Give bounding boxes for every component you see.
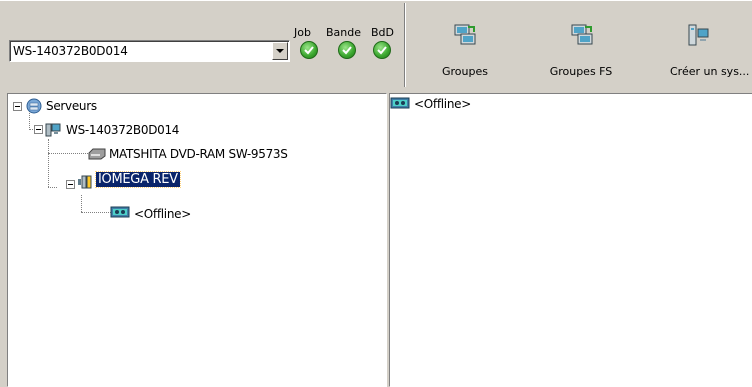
servers-icon <box>26 98 42 114</box>
groups-button-label: Groupes <box>442 65 488 78</box>
fs-groups-button[interactable]: Groupes FS <box>543 8 619 84</box>
collapse-toggle-icon[interactable] <box>13 102 22 111</box>
tree-node-label: IOMEGA REV <box>95 171 181 188</box>
computer-icon <box>45 123 61 137</box>
detail-pane[interactable]: <Offline> <box>389 93 752 387</box>
tape-icon <box>110 206 130 218</box>
fs-groups-button-label: Groupes FS <box>549 65 613 78</box>
status-label-job: Job <box>294 26 311 39</box>
dvd-drive-icon <box>88 148 106 160</box>
tree-node-offline-media[interactable]: <Offline> <box>8 205 386 223</box>
server-select[interactable]: WS-140372B0D014 <box>9 40 290 62</box>
detail-item-label: <Offline> <box>414 97 471 111</box>
tree-pane[interactable]: Serveurs WS-140372B0D014 MATSHITA DVD-RA… <box>7 93 387 387</box>
bdd-status-icon[interactable] <box>373 41 391 59</box>
collapse-toggle-icon[interactable] <box>34 125 43 134</box>
detail-item-offline[interactable]: <Offline> <box>390 95 590 113</box>
job-status-icon[interactable] <box>300 41 318 59</box>
tree-node-dvd-drive[interactable]: MATSHITA DVD-RAM SW-9573S <box>8 145 386 163</box>
tree-node-rev-drive[interactable]: IOMEGA REV <box>8 169 386 191</box>
toolbar-top-edge <box>0 0 752 1</box>
tree-node-label: MATSHITA DVD-RAM SW-9573S <box>109 147 288 161</box>
groups-icon <box>454 24 476 45</box>
create-system-button-label: Créer un sys... <box>670 65 750 78</box>
status-label-bande: Bande <box>326 26 362 39</box>
tree-node-label: Serveurs <box>46 99 97 113</box>
tape-icon <box>390 97 410 109</box>
toolbar: WS-140372B0D014 Job Bande BdD Groupes Gr… <box>0 0 752 88</box>
collapse-toggle-icon[interactable] <box>66 180 75 189</box>
create-system-icon <box>688 24 709 46</box>
tree-node-server[interactable]: WS-140372B0D014 <box>8 121 386 139</box>
fs-groups-icon <box>571 24 593 45</box>
rev-drive-icon <box>78 175 92 189</box>
tree-node-label: WS-140372B0D014 <box>66 123 180 137</box>
tree-node-servers[interactable]: Serveurs <box>8 97 386 115</box>
groups-button[interactable]: Groupes <box>430 8 500 84</box>
tree-node-label: <Offline> <box>134 207 191 221</box>
server-select-value: WS-140372B0D014 <box>13 44 128 58</box>
status-label-bdd: BdD <box>371 26 394 39</box>
bande-status-icon[interactable] <box>338 41 356 59</box>
toolbar-separator <box>404 3 406 87</box>
create-system-button[interactable]: Créer un sys... <box>670 8 752 84</box>
chevron-down-icon[interactable] <box>272 42 288 60</box>
